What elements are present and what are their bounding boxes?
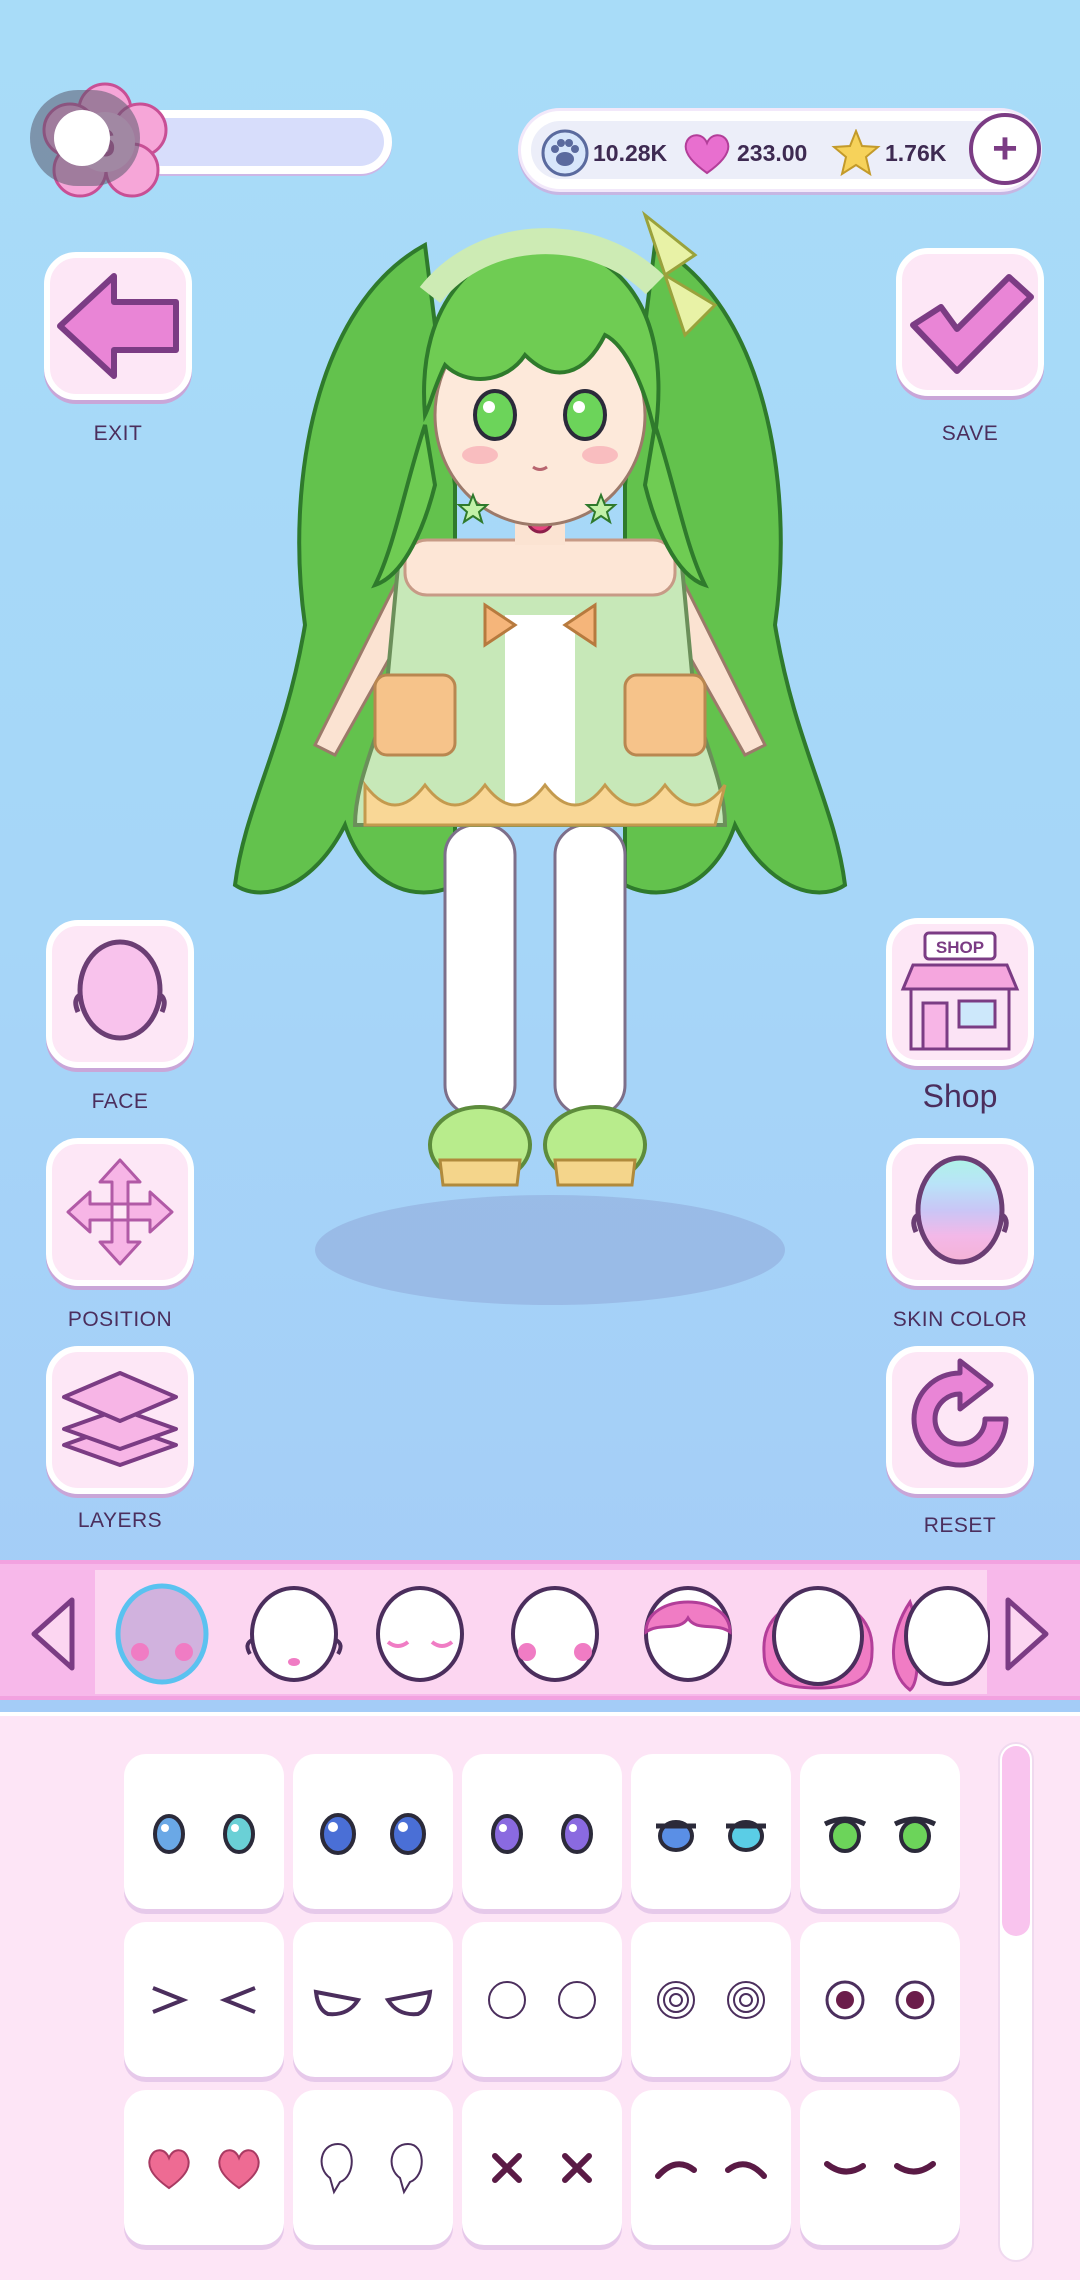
checkmark-icon: [910, 274, 1034, 374]
skin-color-label: SKIN COLOR: [892, 1308, 1028, 1331]
green-eyes-icon: [823, 1816, 937, 1853]
heart-icon: [684, 134, 730, 175]
level-toggle[interactable]: [30, 90, 140, 186]
paw-currency: 10.28K: [541, 121, 667, 185]
right-eye: [563, 389, 607, 441]
dot-eyes-icon: [825, 1980, 935, 2019]
layers-label: LAYERS: [77, 1509, 163, 1532]
grid-scrollbar[interactable]: [998, 1742, 1034, 2262]
eye-option-purple[interactable]: [462, 1754, 622, 1909]
blush-head-icon: [511, 1586, 599, 1682]
star-currency: 1.76K: [831, 121, 946, 185]
eye-option-drop[interactable]: [293, 2090, 453, 2245]
pink-bob-hair-icon: [762, 1586, 874, 1690]
blue-eyes-icon: [153, 1813, 255, 1854]
face-icon: [73, 939, 167, 1041]
shop-label: Shop: [922, 1078, 998, 1114]
position-button[interactable]: [46, 1138, 194, 1286]
x-eyes-icon: [492, 2152, 592, 2183]
part-closed-eyes[interactable]: [368, 1582, 472, 1686]
star-amount: 1.76K: [885, 139, 947, 166]
star-icon: [831, 129, 881, 177]
eye-option-spiral[interactable]: [631, 1922, 791, 2077]
eye-option-arched[interactable]: [631, 2090, 791, 2245]
pink-hair-icon: [644, 1586, 732, 1682]
currency-bar: 10.28K 233.00 1.76K +: [518, 108, 1042, 192]
character-avatar: [232, 210, 848, 1187]
eye-option-squint[interactable]: [124, 1922, 284, 2077]
reset-icon: [911, 1358, 1009, 1468]
shop-button[interactable]: SHOP: [886, 918, 1034, 1066]
arched-eyes-icon: [655, 2160, 767, 2179]
face-button[interactable]: [46, 920, 194, 1068]
move-arrows-icon: [66, 1158, 174, 1266]
eye-option-sharp[interactable]: [293, 1922, 453, 2077]
item-grid-panel: [0, 1712, 1080, 2280]
save-label: SAVE: [941, 422, 999, 445]
part-pink-bob[interactable]: [756, 1572, 880, 1696]
squint-eyes-icon: [152, 1985, 256, 2014]
eye-option-lashed-blue[interactable]: [631, 1754, 791, 1909]
skin-color-button[interactable]: [886, 1138, 1034, 1286]
rainbow-head-icon: [911, 1155, 1009, 1265]
left-leg: [443, 823, 517, 1117]
heart-amount: 233.00: [737, 139, 808, 166]
reset-button[interactable]: [886, 1346, 1034, 1494]
triangle-left-icon: [31, 1597, 75, 1671]
lashed-blue-eyes-icon: [656, 1819, 766, 1852]
part-pink-ponytail[interactable]: [890, 1572, 992, 1696]
next-category-button[interactable]: [992, 1584, 1062, 1684]
plus-icon: +: [992, 124, 1018, 173]
shop-icon: SHOP: [900, 931, 1020, 1051]
layers-button[interactable]: [46, 1346, 194, 1494]
eye-option-blue[interactable]: [124, 1754, 284, 1909]
reset-label: RESET: [923, 1514, 997, 1537]
add-currency-button[interactable]: +: [969, 113, 1041, 185]
layers-icon: [62, 1371, 178, 1467]
paw-icon: [541, 129, 589, 177]
category-bar: [0, 1560, 1080, 1700]
part-blush[interactable]: [503, 1582, 607, 1686]
eye-option-heart[interactable]: [124, 2090, 284, 2245]
part-mouth[interactable]: [242, 1582, 346, 1686]
prev-category-button[interactable]: [18, 1584, 88, 1684]
pink-ponytail-hair-icon: [892, 1586, 992, 1692]
base-head-icon: [115, 1583, 209, 1685]
exit-label: EXIT: [93, 422, 143, 445]
part-base-head[interactable]: [110, 1582, 214, 1686]
left-eye: [473, 389, 517, 441]
spiral-eyes-icon: [657, 1980, 765, 2019]
face-label: FACE: [91, 1090, 149, 1113]
triangle-right-icon: [1005, 1597, 1049, 1671]
heart-eyes-icon: [148, 2148, 260, 2189]
right-leg: [553, 823, 627, 1117]
eye-option-x[interactable]: [462, 2090, 622, 2245]
eye-option-sleepy[interactable]: [800, 2090, 960, 2245]
drop-eyes-icon: [320, 2142, 423, 2194]
save-button[interactable]: [896, 248, 1044, 396]
purple-eyes-icon: [491, 1813, 593, 1854]
mouth-head-icon: [245, 1586, 343, 1682]
position-label: POSITION: [67, 1308, 173, 1331]
part-pink-hair[interactable]: [636, 1582, 740, 1686]
sharp-eyes-icon: [313, 1989, 433, 2016]
scrollbar-thumb[interactable]: [1002, 1746, 1030, 1936]
level-badge[interactable]: 6: [20, 80, 392, 198]
back-arrow-icon: [57, 273, 179, 379]
eye-option-dot[interactable]: [800, 1922, 960, 2077]
exit-button[interactable]: [44, 252, 192, 400]
eye-option-circle[interactable]: [462, 1922, 622, 2077]
eye-option-big-blue[interactable]: [293, 1754, 453, 1909]
heart-currency: 233.00: [681, 121, 807, 185]
circle-eyes-icon: [488, 1980, 596, 2019]
big-blue-eyes-icon: [320, 1812, 426, 1855]
paw-amount: 10.28K: [593, 139, 668, 166]
eye-option-green[interactable]: [800, 1754, 960, 1909]
shop-sign-text: SHOP: [936, 938, 984, 957]
sleepy-eyes-icon: [824, 2160, 936, 2174]
closed-eyes-head-icon: [376, 1586, 464, 1682]
